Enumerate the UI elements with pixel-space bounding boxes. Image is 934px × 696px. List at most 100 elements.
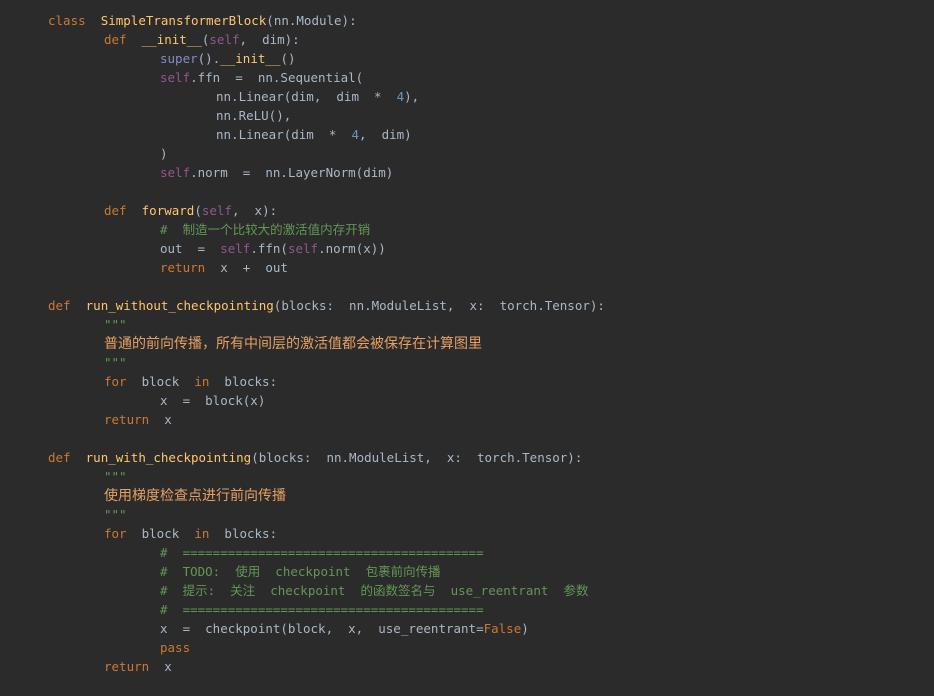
code-token: nn.Linear(dim, dim * xyxy=(216,89,397,104)
code-token: blocks: xyxy=(209,526,278,541)
code-token: class xyxy=(48,13,86,28)
code-line: """ xyxy=(48,505,934,524)
code-token: nn.Module xyxy=(273,13,342,28)
code-line: ) xyxy=(48,144,934,163)
code-line: def __init__(self, dim): xyxy=(48,30,934,49)
code-token: False xyxy=(483,621,522,636)
code-token: block xyxy=(126,526,195,541)
code-line: # TODO: 使用 checkpoint 包裹前向传播 xyxy=(48,562,934,581)
code-line: """ xyxy=(48,467,934,486)
code-area[interactable]: class SimpleTransformerBlock(nn.Module):… xyxy=(48,11,934,676)
code-line: 使用梯度检查点进行前向传播 xyxy=(48,486,934,505)
code-token: for xyxy=(104,374,127,389)
code-token: (blocks: nn.ModuleList, x: torch.Tensor)… xyxy=(273,298,605,313)
code-token: def xyxy=(104,32,127,47)
code-token: """ xyxy=(104,469,127,484)
code-token: (). xyxy=(197,51,221,66)
code-token: .norm(x)) xyxy=(318,241,386,256)
code-line: for block in blocks: xyxy=(48,524,934,543)
code-token: 使用梯度检查点进行前向传播 xyxy=(104,488,286,504)
code-line: x = block(x) xyxy=(48,391,934,410)
code-token: """ xyxy=(104,317,127,332)
code-line: self.norm = nn.LayerNorm(dim) xyxy=(48,163,934,182)
code-token: # xyxy=(160,222,183,237)
code-token: self xyxy=(160,165,191,180)
code-token: ( xyxy=(266,13,274,28)
code-line: 普通的前向传播，所有中间层的激活值都会被保存在计算图里 xyxy=(48,334,934,353)
code-token: in xyxy=(194,526,210,541)
code-token: self xyxy=(209,32,240,47)
code-token: , xyxy=(239,32,263,47)
code-token: .ffn = nn.Sequential( xyxy=(190,70,364,85)
code-token: x xyxy=(149,659,172,674)
code-token: .ffn( xyxy=(250,241,288,256)
code-line: nn.Linear(dim * 4, dim) xyxy=(48,125,934,144)
code-token: block xyxy=(126,374,195,389)
code-token: SimpleTransformerBlock xyxy=(100,13,267,28)
code-token: """ xyxy=(104,507,127,522)
code-token: __init__ xyxy=(220,51,281,66)
code-line: def run_without_checkpointing(blocks: nn… xyxy=(48,296,934,315)
code-line: """ xyxy=(48,353,934,372)
code-token: self xyxy=(160,70,191,85)
code-line: def forward(self, x): xyxy=(48,201,934,220)
code-token: 4 xyxy=(351,127,359,142)
code-token: , x): xyxy=(231,203,278,218)
code-token: .norm = nn.LayerNorm(dim) xyxy=(190,165,394,180)
code-line: super().__init__() xyxy=(48,49,934,68)
code-line: x = checkpoint(block, x, use_reentrant=F… xyxy=(48,619,934,638)
code-line: return x + out xyxy=(48,258,934,277)
code-line: return x xyxy=(48,657,934,676)
code-token: x = block(x) xyxy=(160,393,266,408)
code-token: # ======================================… xyxy=(160,602,484,617)
code-line: # ======================================… xyxy=(48,600,934,619)
code-line: # 制造一个比较大的激活值内存开销 xyxy=(48,220,934,239)
code-token: ): xyxy=(284,32,300,47)
code-token: ): xyxy=(341,13,357,28)
code-token: () xyxy=(280,51,296,66)
code-token: for xyxy=(104,526,127,541)
code-token: x xyxy=(149,412,172,427)
code-token: return xyxy=(160,260,206,275)
code-token: nn.ReLU(), xyxy=(216,108,292,123)
code-token: nn.Linear(dim * xyxy=(216,127,352,142)
code-token: """ xyxy=(104,355,127,370)
code-token: super xyxy=(160,51,198,66)
code-token: dim xyxy=(262,32,285,47)
code-token: , dim) xyxy=(359,127,412,142)
code-line: # ======================================… xyxy=(48,543,934,562)
code-token: def xyxy=(104,203,127,218)
code-token: self xyxy=(287,241,319,256)
code-token: def xyxy=(48,298,71,313)
code-line: # 提示: 关注 checkpoint 的函数签名与 use_reentrant… xyxy=(48,581,934,600)
code-line: out = self.ffn(self.norm(x)) xyxy=(48,239,934,258)
code-token: self xyxy=(201,203,232,218)
code-token: forward xyxy=(141,203,195,218)
code-editor[interactable]: class SimpleTransformerBlock(nn.Module):… xyxy=(0,0,934,696)
code-token: 制造一个比较大的激活值内存开销 xyxy=(182,222,371,237)
code-token: run_with_checkpointing xyxy=(85,450,252,465)
code-token: x + out xyxy=(205,260,288,275)
code-token: # 提示: 关注 checkpoint 的函数签名与 use_reentrant… xyxy=(160,583,589,598)
code-token: ( xyxy=(194,203,202,218)
code-line: for block in blocks: xyxy=(48,372,934,391)
code-token: out = xyxy=(160,241,221,256)
code-token: ) xyxy=(160,146,168,161)
code-line: pass xyxy=(48,638,934,657)
code-token: self xyxy=(220,241,251,256)
code-line: return x xyxy=(48,410,934,429)
code-line: def run_with_checkpointing(blocks: nn.Mo… xyxy=(48,448,934,467)
code-token: # ======================================… xyxy=(160,545,484,560)
code-line: nn.ReLU(), xyxy=(48,106,934,125)
code-token: blocks: xyxy=(209,374,278,389)
code-token: return xyxy=(104,412,150,427)
code-token: pass xyxy=(160,640,191,655)
code-token: in xyxy=(194,374,210,389)
code-line: class SimpleTransformerBlock(nn.Module): xyxy=(48,11,934,30)
